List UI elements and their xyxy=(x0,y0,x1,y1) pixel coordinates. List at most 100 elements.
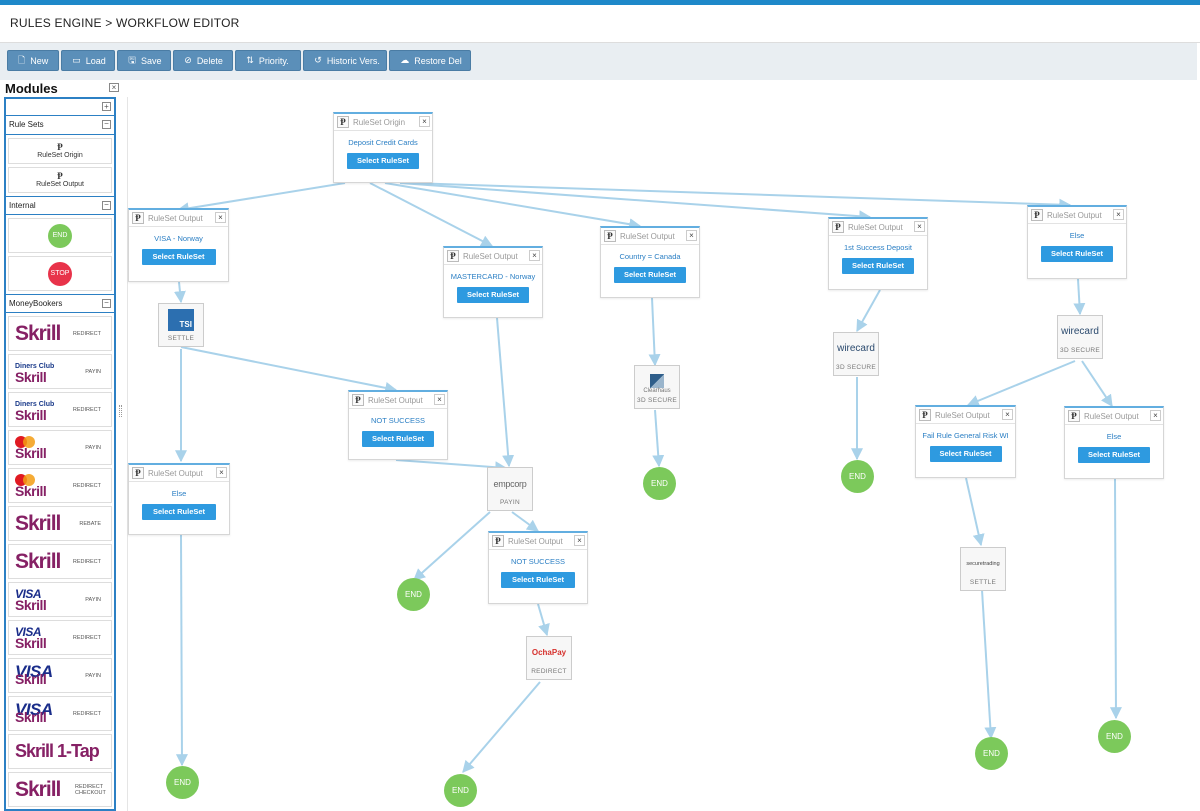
close-icon[interactable]: × xyxy=(109,83,119,92)
tsi-logo: TSI xyxy=(159,304,203,335)
module-visa-payin[interactable]: VISA Skrill PAYIN xyxy=(8,582,112,617)
ruleset-output-mastercard-norway[interactable]: Ᵽ RuleSet Output × MASTERCARD - Norway Sel… xyxy=(443,246,543,318)
wirecard-logo-text: wirecard xyxy=(837,343,875,354)
close-icon[interactable]: × xyxy=(1002,409,1013,420)
select-ruleset-button[interactable]: Select RuleSet xyxy=(1078,447,1150,463)
select-ruleset-button[interactable]: Select RuleSet xyxy=(142,504,216,520)
section-moneybookers-label: MoneyBookers xyxy=(9,299,63,308)
select-ruleset-button[interactable]: Select RuleSet xyxy=(842,258,914,274)
ruleset-output-not-success-2[interactable]: Ᵽ RuleSet Output × NOT SUCCESS Select Rule… xyxy=(488,531,588,604)
select-ruleset-button[interactable]: Select RuleSet xyxy=(501,572,575,588)
select-ruleset-button[interactable]: Select RuleSet xyxy=(614,267,686,283)
priority-button[interactable]: ⇅ Priority. xyxy=(235,50,302,71)
module-kind: 3D SECURE xyxy=(637,397,677,404)
sort-icon: ⇅ xyxy=(246,55,254,65)
module-mastercard-payin[interactable]: Skrill PAYIN xyxy=(8,430,112,465)
module-skrill-1tap[interactable]: Skrill 1-Tap xyxy=(8,734,112,769)
ruleset-output-else-right[interactable]: Ᵽ RuleSet Output × Else Select RuleSet xyxy=(1064,406,1164,479)
collapse-icon[interactable]: − xyxy=(102,120,111,129)
end-node[interactable]: END xyxy=(975,737,1008,770)
ruleset-output-not-success-1[interactable]: Ᵽ RuleSet Output × NOT SUCCESS Select Rule… xyxy=(348,390,448,460)
close-icon[interactable]: × xyxy=(574,535,585,546)
module-wirecard-3dsecure-1[interactable]: wirecard 3D SECURE xyxy=(833,332,879,376)
module-visa-redirect[interactable]: VISA Skrill REDIRECT xyxy=(8,620,112,655)
delete-button[interactable]: ⊘ Delete xyxy=(173,50,234,71)
module-empcorp-payin[interactable]: empcorp PAYIN xyxy=(487,467,533,511)
ruleset-icon: Ᵽ xyxy=(57,171,63,181)
new-button[interactable]: 🗋 New xyxy=(7,50,60,71)
module-diners-payin[interactable]: Diners Club Skrill PAYIN xyxy=(8,354,112,389)
restore-deleted-button[interactable]: ☁ Restore Del xyxy=(389,50,472,71)
collapse-icon[interactable]: − xyxy=(102,201,111,210)
module-mastercard-redirect[interactable]: Skrill REDIRECT xyxy=(8,468,112,503)
expand-all-icon[interactable]: + xyxy=(102,102,111,111)
module-kind: PAYIN xyxy=(499,499,521,506)
sidebar-splitter[interactable] xyxy=(119,405,122,417)
select-ruleset-button[interactable]: Select RuleSet xyxy=(362,431,434,447)
select-ruleset-button[interactable]: Select RuleSet xyxy=(929,446,1002,462)
module-skrill-rebate[interactable]: Skrill REBATE xyxy=(8,506,112,541)
module-diners-redirect[interactable]: Diners Club Skrill REDIRECT xyxy=(8,392,112,427)
ochapay-logo: OchaPay xyxy=(527,637,571,668)
close-icon[interactable]: × xyxy=(914,221,925,232)
ruleset-icon: Ᵽ xyxy=(492,535,504,547)
load-button[interactable]: ▭ Load xyxy=(61,50,116,71)
module-end[interactable]: END xyxy=(8,218,112,253)
module-clearhaus-3dsecure[interactable]: Clearhaus 3D SECURE xyxy=(634,365,680,409)
select-ruleset-button[interactable]: Select RuleSet xyxy=(457,287,529,303)
module-kind: SETTLE xyxy=(167,335,195,342)
new-button-label: New xyxy=(30,55,49,66)
close-icon[interactable]: × xyxy=(216,467,227,478)
close-icon[interactable]: × xyxy=(529,250,540,261)
ruleset-icon: Ᵽ xyxy=(1031,209,1043,221)
close-icon[interactable]: × xyxy=(1150,410,1161,421)
module-ruleset-origin[interactable]: Ᵽ RuleSet Origin xyxy=(8,138,112,164)
select-ruleset-button[interactable]: Select RuleSet xyxy=(141,249,216,265)
module-label: RuleSet Output xyxy=(36,181,84,188)
close-icon[interactable]: × xyxy=(1113,209,1124,220)
close-icon[interactable]: × xyxy=(419,116,430,127)
end-node[interactable]: END xyxy=(643,467,676,500)
close-icon[interactable]: × xyxy=(686,230,697,241)
close-icon[interactable]: × xyxy=(434,394,445,405)
save-button-label: Save xyxy=(140,55,162,66)
ruleset-output-fail-rule[interactable]: Ᵽ RuleSet Output × Fail Rule General Risk … xyxy=(915,405,1016,478)
ruleset-output-country-canada[interactable]: Ᵽ RuleSet Output × Country = Canada Select… xyxy=(600,226,700,298)
module-ochapay-redirect[interactable]: OchaPay REDIRECT xyxy=(526,636,572,680)
module-stop[interactable]: STOP xyxy=(8,256,112,291)
module-tsi-settle[interactable]: TSI SETTLE xyxy=(158,303,204,347)
end-node[interactable]: END xyxy=(841,460,874,493)
module-skrill-redirect-2[interactable]: Skrill REDIRECT xyxy=(8,544,112,579)
section-moneybookers[interactable]: MoneyBookers − xyxy=(6,294,114,313)
module-ruleset-output[interactable]: Ᵽ RuleSet Output xyxy=(8,167,112,193)
collapse-icon[interactable]: − xyxy=(102,299,111,308)
tsi-logo-text: TSI xyxy=(168,308,194,331)
delete-button-label: Delete xyxy=(196,55,223,66)
module-kind: SETTLE xyxy=(969,579,997,586)
module-kind: REDIRECT CHECKOUT xyxy=(75,784,106,796)
module-visa-payin-2[interactable]: VISA Skrill PAYIN xyxy=(8,658,112,693)
ruleset-origin-node[interactable]: Ᵽ RuleSet Origin × Deposit Credit Cards … xyxy=(333,112,433,183)
end-node[interactable]: END xyxy=(1098,720,1131,753)
section-rule-sets[interactable]: Rule Sets − xyxy=(6,116,114,135)
select-ruleset-button[interactable]: Select RuleSet xyxy=(347,153,419,169)
module-securetrading-settle[interactable]: securetrading SETTLE xyxy=(960,547,1006,591)
historic-versions-button[interactable]: ↺ Historic Vers. xyxy=(303,50,388,71)
end-node[interactable]: END xyxy=(166,766,199,799)
module-visa-redirect-2[interactable]: VISA Skrill REDIRECT xyxy=(8,696,112,731)
ruleset-output-first-success[interactable]: Ᵽ RuleSet Output × 1st Success Deposit Sel… xyxy=(828,217,928,290)
skrill-1tap-logo: Skrill 1-Tap xyxy=(15,741,100,761)
module-kind: REDIRECT xyxy=(72,559,101,565)
module-wirecard-3dsecure-2[interactable]: wirecard 3D SECURE xyxy=(1057,315,1103,359)
end-node[interactable]: END xyxy=(397,578,430,611)
module-skrill-redirect[interactable]: Skrill REDIRECT xyxy=(8,316,112,351)
close-icon[interactable]: × xyxy=(215,212,226,223)
module-skrill-redirect-checkout[interactable]: Skrill REDIRECT CHECKOUT xyxy=(8,772,112,807)
ruleset-output-else-left[interactable]: Ᵽ RuleSet Output × Else Select RuleSet xyxy=(128,463,230,535)
end-node[interactable]: END xyxy=(444,774,477,807)
ruleset-output-visa-norway[interactable]: Ᵽ RuleSet Output × VISA - Norway Select Ru… xyxy=(128,208,229,282)
save-button[interactable]: 🖫 Save xyxy=(117,50,172,71)
select-ruleset-button[interactable]: Select RuleSet xyxy=(1041,246,1113,262)
section-internal[interactable]: Internal − xyxy=(6,196,114,215)
ruleset-output-else-top[interactable]: Ᵽ RuleSet Output × Else Select RuleSet xyxy=(1027,205,1127,279)
